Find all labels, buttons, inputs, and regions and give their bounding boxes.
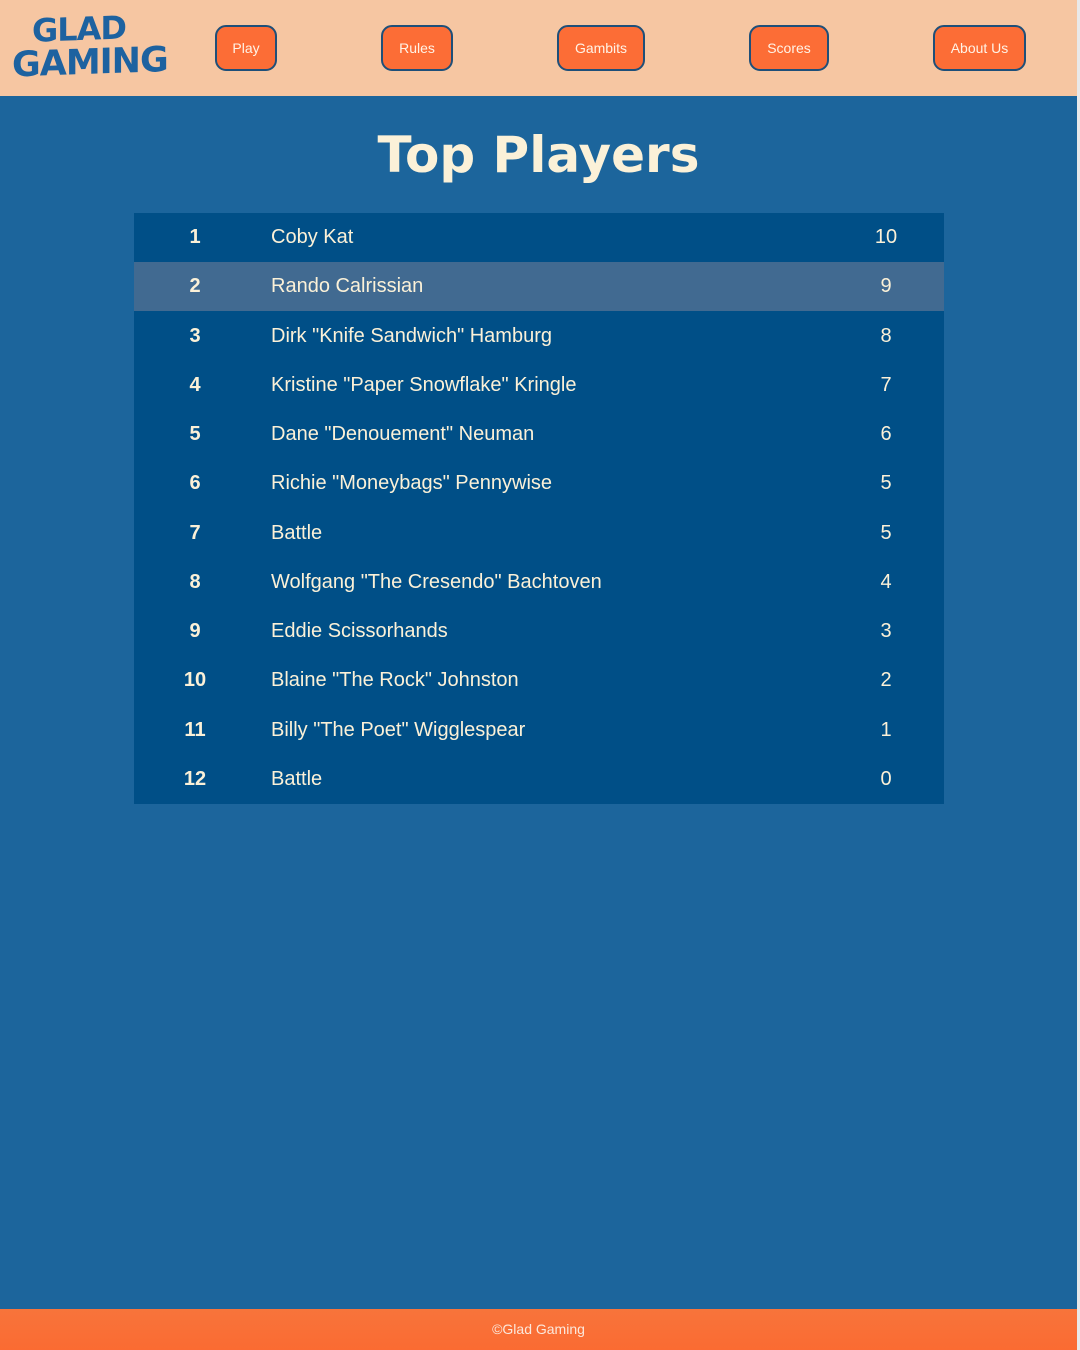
player-name-cell: Dirk "Knife Sandwich" Hamburg [271,324,552,347]
table-row[interactable]: 12 Battle 0 [134,755,944,804]
rank-cell: 4 [189,373,201,396]
score-cell: 5 [880,472,892,495]
glad-gaming-logo[interactable]: GLAD GAMING [12,8,168,87]
nav-rules-button[interactable]: Rules [381,25,453,71]
player-name-cell: Rando Calrissian [271,275,424,298]
nav-scores-button[interactable]: Scores [749,25,829,71]
player-name-cell: Billy "The Poet" Wigglespear [271,718,526,741]
table-row[interactable]: 11 Billy "The Poet" Wigglespear 1 [134,706,944,755]
score-cell: 0 [880,767,892,790]
logo-line-2: GAMING [12,40,168,86]
nav-about-us-button[interactable]: About Us [933,25,1026,71]
rank-cell: 9 [189,620,201,642]
rank-cell: 1 [189,226,201,248]
score-cell: 8 [880,324,892,347]
nav-gambits-button[interactable]: Gambits [557,25,645,71]
page-title: Top Players [377,126,700,184]
table-row[interactable]: 3 Dirk "Knife Sandwich" Hamburg 8 [134,312,944,361]
score-cell: 1 [880,718,892,741]
score-cell: 3 [880,620,892,642]
table-row[interactable]: 10 Blaine "The Rock" Johnston 2 [134,656,944,705]
player-name-cell: Blaine "The Rock" Johnston [271,669,519,692]
score-cell: 10 [874,226,898,248]
rank-cell: 10 [183,669,207,692]
player-name-cell: Richie "Moneybags" Pennywise [271,472,553,495]
table-row[interactable]: 8 Wolfgang "The Cresendo" Bachtoven 4 [134,558,944,607]
table-row[interactable]: 7 Battle 5 [134,509,944,558]
table-row[interactable]: 9 Eddie Scissorhands 3 [134,607,944,656]
table-row[interactable]: 2 Rando Calrissian 9 [134,262,944,312]
nav-play-button[interactable]: Play [215,25,277,71]
table-row[interactable]: 1 Coby Kat 10 [134,213,944,262]
table-row[interactable]: 6 Richie "Moneybags" Pennywise 5 [134,459,944,508]
player-name-cell: Kristine "Paper Snowflake" Kringle [271,373,577,396]
player-name-cell: Dane "Denouement" Neuman [271,423,535,445]
rank-cell: 6 [189,472,201,495]
player-name-cell: Battle [271,767,323,790]
site-footer: ©Glad Gaming [0,1309,1077,1350]
score-cell: 4 [880,570,892,593]
player-name-cell: Wolfgang "The Cresendo" Bachtoven [271,570,602,593]
site-header: GLAD GAMING Play Rules Gambits Scores Ab… [0,0,1077,96]
score-cell: 2 [880,669,892,692]
score-cell: 7 [880,373,892,396]
player-name-cell: Battle [271,521,323,544]
rank-cell: 5 [189,423,201,445]
rank-cell: 7 [189,521,201,544]
rank-cell: 11 [184,718,206,741]
player-name-cell: Eddie Scissorhands [271,620,448,642]
score-cell: 9 [880,275,892,298]
rank-cell: 8 [189,570,201,593]
table-row[interactable]: 5 Dane "Denouement" Neuman 6 [134,410,944,459]
table-row[interactable]: 4 Kristine "Paper Snowflake" Kringle 7 [134,361,944,410]
player-name-cell: Coby Kat [271,226,354,248]
rank-cell: 12 [183,767,207,790]
scores-table: 1 Coby Kat 10 2 Rando Calrissian 9 3 Dirk "Knif… [134,213,944,804]
score-cell: 6 [880,423,892,445]
rank-cell: 3 [189,324,201,347]
rank-cell: 2 [189,275,201,298]
score-cell: 5 [880,521,892,544]
